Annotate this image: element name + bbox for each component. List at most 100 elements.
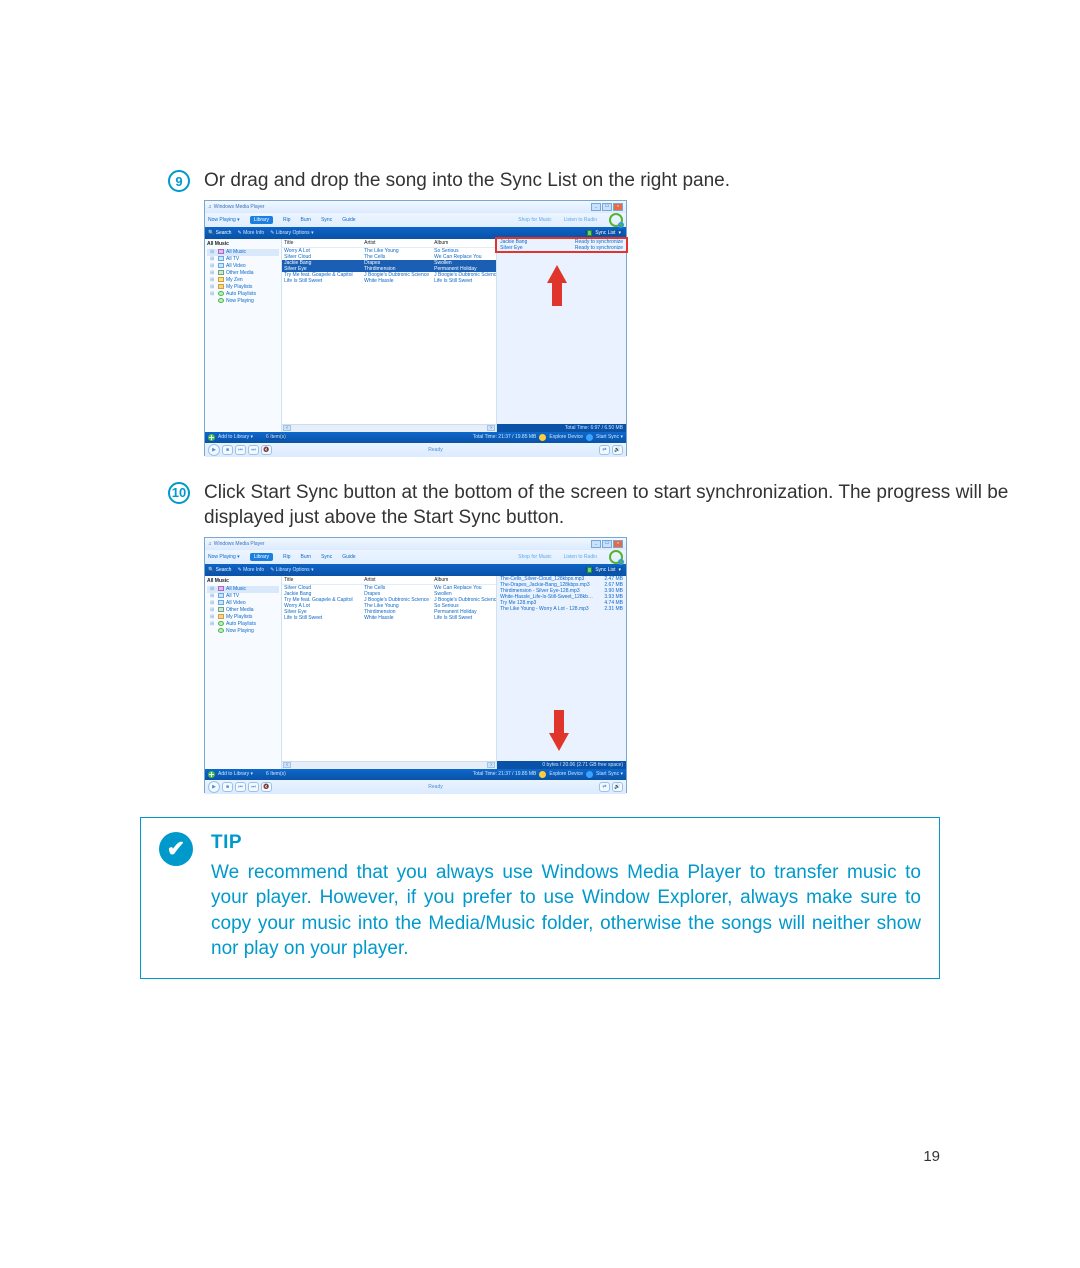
- search-link[interactable]: 🔍 Search: [208, 230, 231, 236]
- start-sync-button[interactable]: Start Sync ▾: [596, 434, 623, 440]
- sidebar-item-auto-playlists[interactable]: ⊞Auto Playlists: [207, 621, 279, 628]
- sidebar-item-all-video[interactable]: ⊞All Video: [207, 263, 279, 270]
- wmp-icon: ♫: [208, 541, 212, 547]
- sidebar-item-auto-playlists[interactable]: ⊞Auto Playlists: [207, 291, 279, 298]
- menu-library[interactable]: Library: [250, 553, 273, 561]
- sync-rows[interactable]: Jackie BangReady to synchronizeSilver Ey…: [497, 239, 626, 424]
- stop-button[interactable]: ■: [222, 782, 233, 792]
- screenshot-1: ♫ Windows Media Player _ ☐ × Now Playing…: [204, 200, 1040, 456]
- col-album[interactable]: Album: [434, 240, 494, 246]
- step-10: 10 Click Start Sync button at the bottom…: [168, 480, 1040, 531]
- add-to-library-button[interactable]: Add to Library ▾: [218, 434, 253, 440]
- sync-list-header[interactable]: Sync List ▾: [585, 230, 623, 236]
- menu-shop-music[interactable]: Shop for Music: [518, 554, 551, 560]
- next-button[interactable]: ⏭: [248, 445, 259, 455]
- table-row[interactable]: Life Is Still SweetWhite HassleLife Is S…: [282, 615, 496, 621]
- item-count: 6 Item(s): [266, 771, 286, 777]
- sidebar-item-all-tv[interactable]: ⊞All TV: [207, 256, 279, 263]
- close-button[interactable]: ×: [613, 540, 623, 548]
- search-link[interactable]: 🔍 Search: [208, 567, 231, 573]
- sidebar-item-my-zen[interactable]: ⊞My Zen: [207, 277, 279, 284]
- arrow-up-annotation: [547, 265, 567, 283]
- shuffle-button[interactable]: ⇄: [599, 782, 610, 792]
- menu-now-playing[interactable]: Now Playing ▾: [208, 554, 240, 560]
- horizontal-scrollbar[interactable]: ‹›: [282, 424, 496, 432]
- sidebar-item-now-playing[interactable]: Now Playing: [207, 628, 279, 635]
- sidebar-item-my-playlists[interactable]: ⊞My Playlists: [207, 284, 279, 291]
- menu-library[interactable]: Library: [250, 216, 273, 224]
- menu-sync[interactable]: Sync: [321, 217, 332, 223]
- sync-row[interactable]: Silver EyeReady to synchronize: [499, 245, 624, 251]
- prev-button[interactable]: ⏮: [235, 445, 246, 455]
- mute-button[interactable]: 🔇: [261, 445, 272, 455]
- library-rows[interactable]: Worry A LotThe Like YoungSo SeriousSilve…: [282, 248, 496, 424]
- device-icon-small: [539, 771, 546, 778]
- start-sync-button[interactable]: Start Sync ▾: [596, 771, 623, 777]
- play-button[interactable]: ▶: [208, 444, 220, 456]
- menu-burn[interactable]: Burn: [301, 217, 312, 223]
- menu-listen-radio[interactable]: Listen to Radio: [564, 554, 597, 560]
- horizontal-scrollbar[interactable]: ‹›: [282, 761, 496, 769]
- menu-rip[interactable]: Rip: [283, 217, 291, 223]
- prev-button[interactable]: ⏮: [235, 782, 246, 792]
- titlebar: ♫ Windows Media Player _ ☐ ×: [205, 201, 626, 213]
- sidebar-item-my-playlists[interactable]: ⊞My Playlists: [207, 614, 279, 621]
- menu-guide[interactable]: Guide: [342, 554, 355, 560]
- maximize-button[interactable]: ☐: [602, 540, 612, 548]
- next-button[interactable]: ⏭: [248, 782, 259, 792]
- menu-now-playing[interactable]: Now Playing ▾: [208, 217, 240, 223]
- page: 9 Or drag and drop the song into the Syn…: [0, 168, 1080, 1268]
- sidebar-item-all-tv[interactable]: ⊞All TV: [207, 593, 279, 600]
- shuffle-button[interactable]: ⇄: [599, 445, 610, 455]
- col-artist[interactable]: Artist: [364, 240, 434, 246]
- search-icon[interactable]: [609, 550, 623, 564]
- minimize-button[interactable]: _: [591, 540, 601, 548]
- library-options-link[interactable]: ✎ Library Options ▾: [270, 567, 313, 573]
- explore-device-button[interactable]: Explore Device: [549, 771, 583, 777]
- sync-rows[interactable]: The-Cells_Silver-Cloud_128kbps.mp32.47 M…: [497, 576, 626, 761]
- maximize-button[interactable]: ☐: [602, 203, 612, 211]
- sidebar-item-other-media[interactable]: ⊞Other Media: [207, 607, 279, 614]
- close-button[interactable]: ×: [613, 203, 623, 211]
- sidebar-item-all-music[interactable]: ⊞All Music: [207, 586, 279, 593]
- tip-title: TIP: [211, 830, 921, 856]
- menu-burn[interactable]: Burn: [301, 554, 312, 560]
- volume-button[interactable]: 🔊: [612, 782, 623, 792]
- menu-listen-radio[interactable]: Listen to Radio: [564, 217, 597, 223]
- play-button[interactable]: ▶: [208, 781, 220, 793]
- mute-button[interactable]: 🔇: [261, 782, 272, 792]
- sidebar-item-all-video[interactable]: ⊞All Video: [207, 600, 279, 607]
- table-row[interactable]: Life Is Still SweetWhite HassleLife Is S…: [282, 278, 496, 284]
- page-number: 19: [923, 1148, 940, 1165]
- add-to-library-button[interactable]: Add to Library ▾: [218, 771, 253, 777]
- total-time: Total Time: 21:37 / 19.85 MB: [473, 434, 537, 440]
- library-options-link[interactable]: ✎ Library Options ▾: [270, 230, 313, 236]
- minimize-button[interactable]: _: [591, 203, 601, 211]
- menu-guide[interactable]: Guide: [342, 217, 355, 223]
- tv-icon: [218, 256, 224, 261]
- stop-button[interactable]: ■: [222, 445, 233, 455]
- col-album[interactable]: Album: [434, 577, 494, 583]
- volume-button[interactable]: 🔊: [612, 445, 623, 455]
- more-info-link[interactable]: ✎ More Info: [237, 567, 264, 573]
- more-info-link[interactable]: ✎ More Info: [237, 230, 264, 236]
- playback-controls: ▶ ■ ⏮ ⏭ 🔇 Ready ⇄🔊: [205, 443, 626, 457]
- menu-rip[interactable]: Rip: [283, 554, 291, 560]
- explore-device-button[interactable]: Explore Device: [549, 434, 583, 440]
- sync-list-header[interactable]: Sync List ▾: [585, 567, 623, 573]
- item-count: 6 Item(s): [266, 434, 286, 440]
- menu-sync[interactable]: Sync: [321, 554, 332, 560]
- library-rows[interactable]: Silver CloudThe CellsWe Can Replace YouJ…: [282, 585, 496, 761]
- sidebar-item-now-playing[interactable]: Now Playing: [207, 298, 279, 305]
- sidebar-item-other-media[interactable]: ⊞Other Media: [207, 270, 279, 277]
- col-title[interactable]: Title: [284, 577, 364, 583]
- menu-shop-music[interactable]: Shop for Music: [518, 217, 551, 223]
- search-icon[interactable]: [609, 213, 623, 227]
- scroll-right-icon[interactable]: ›: [487, 425, 495, 431]
- sync-pane: The-Cells_Silver-Cloud_128kbps.mp32.47 M…: [496, 576, 626, 769]
- col-artist[interactable]: Artist: [364, 577, 434, 583]
- sync-row[interactable]: The Like Young - Worry A Lot - 128.mp32.…: [499, 606, 624, 612]
- col-title[interactable]: Title: [284, 240, 364, 246]
- sidebar-item-all-music[interactable]: ⊞All Music: [207, 249, 279, 256]
- scroll-left-icon[interactable]: ‹: [283, 425, 291, 431]
